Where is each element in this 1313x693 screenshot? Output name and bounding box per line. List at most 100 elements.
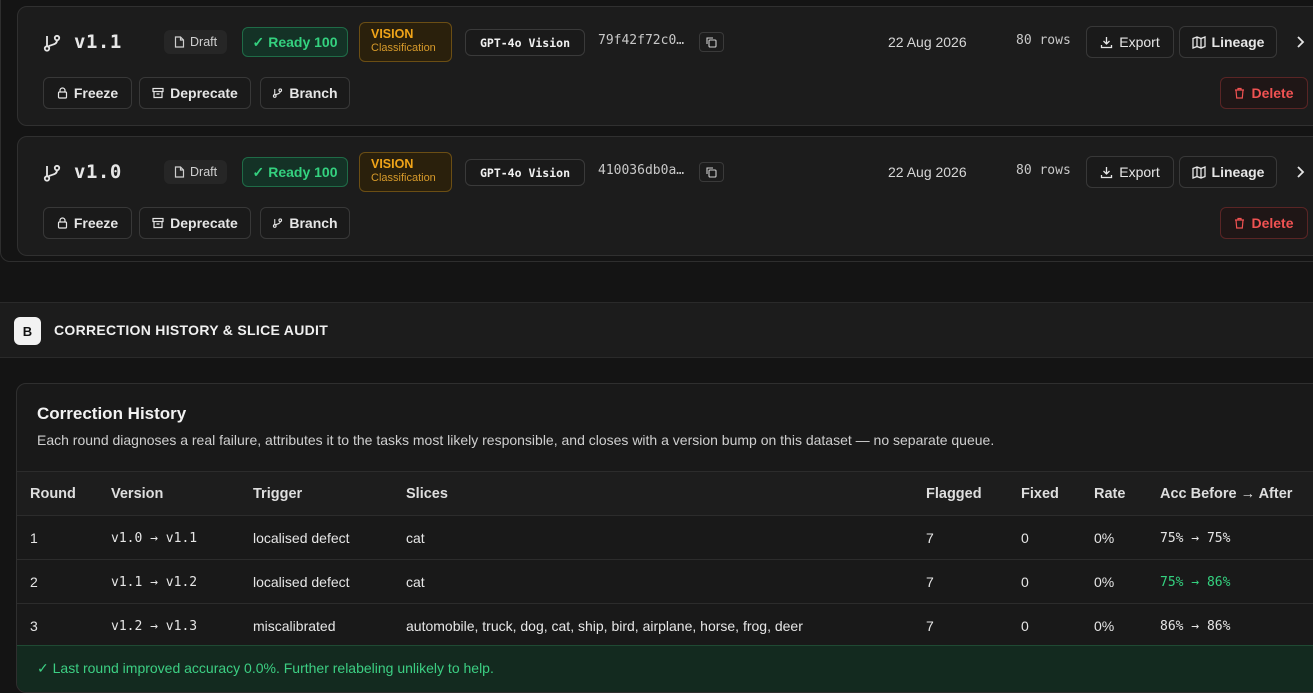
task-subtype: Classification xyxy=(371,42,436,54)
version-cell: v1.1 → v1.2 xyxy=(111,574,198,590)
delete-button[interactable]: Delete xyxy=(1220,207,1308,239)
trigger-cell: localised defect xyxy=(253,574,350,590)
freeze-label: Freeze xyxy=(73,215,119,231)
version-label: v1.0 xyxy=(74,161,122,183)
slices-cell: cat xyxy=(406,530,425,546)
flagged-cell: 7 xyxy=(926,574,934,590)
lineage-button[interactable]: Lineage xyxy=(1179,26,1277,58)
fixed-cell: 0 xyxy=(1021,530,1029,546)
version-date: 22 Aug 2026 xyxy=(888,34,967,50)
column-header: Version xyxy=(111,486,164,502)
version-cell: v1.2 → v1.3 xyxy=(111,618,198,634)
draft-label: Draft xyxy=(190,165,218,179)
branch-button[interactable]: Branch xyxy=(260,207,350,239)
deprecate-button[interactable]: Deprecate xyxy=(139,207,251,239)
accuracy-cell: 86% → 86% xyxy=(1160,618,1231,634)
git-branch-icon xyxy=(273,218,283,228)
table-header-row: Round Version Trigger Slices Flagged Fix… xyxy=(17,471,1313,515)
section-title: CORRECTION HISTORY & SLICE AUDIT xyxy=(54,322,329,338)
rate-cell: 0% xyxy=(1094,530,1115,546)
git-branch-icon xyxy=(42,163,62,183)
column-header: Trigger xyxy=(253,486,303,502)
download-icon xyxy=(1101,166,1113,178)
ready-badge: ✓ Ready 100 xyxy=(242,27,348,57)
status-note-text: ✓ Last round improved accuracy 0.0%. Fur… xyxy=(37,660,494,676)
correction-table: Round Version Trigger Slices Flagged Fix… xyxy=(17,471,1313,647)
check-icon: ✓ xyxy=(252,163,265,180)
section-badge: B xyxy=(14,317,41,345)
version-card: v1.1 Draft ✓ Ready 100 VISION Classificat… xyxy=(17,6,1313,126)
export-button[interactable]: Export xyxy=(1086,156,1174,188)
task-type: VISION xyxy=(371,157,414,171)
version-hash: 79f42f72c0… xyxy=(598,33,685,48)
column-header: Slices xyxy=(406,486,448,502)
column-header: Flagged xyxy=(926,486,982,502)
copy-icon xyxy=(706,166,717,178)
round-cell: 1 xyxy=(30,530,38,546)
file-draft-icon xyxy=(174,36,185,48)
deprecate-label: Deprecate xyxy=(170,85,238,101)
chevron-right-icon[interactable] xyxy=(1292,32,1308,52)
freeze-button[interactable]: Freeze xyxy=(43,77,132,109)
check-icon: ✓ xyxy=(252,33,265,50)
table-row: 2 v1.1 → v1.2 localised defect cat 7 0 0… xyxy=(17,559,1313,603)
trash-icon xyxy=(1235,217,1245,229)
section-header: B CORRECTION HISTORY & SLICE AUDIT xyxy=(0,302,1313,358)
map-icon xyxy=(1191,165,1206,179)
status-note: ✓ Last round improved accuracy 0.0%. Fur… xyxy=(17,645,1313,692)
delete-label: Delete xyxy=(1251,215,1294,231)
fixed-cell: 0 xyxy=(1021,618,1029,634)
ready-label: Ready 100 xyxy=(268,164,338,180)
chevron-right-icon[interactable] xyxy=(1292,162,1308,182)
delete-label: Delete xyxy=(1251,85,1294,101)
freeze-label: Freeze xyxy=(73,85,119,101)
column-header: Fixed xyxy=(1021,486,1059,502)
slices-cell: cat xyxy=(406,574,425,590)
freeze-button[interactable]: Freeze xyxy=(43,207,132,239)
column-header: Rate xyxy=(1094,486,1126,502)
accuracy-cell: 75% → 75% xyxy=(1160,530,1231,546)
flagged-cell: 7 xyxy=(926,530,934,546)
trash-icon xyxy=(1235,87,1245,99)
draft-badge: Draft xyxy=(164,160,228,184)
deprecate-label: Deprecate xyxy=(170,215,238,231)
export-label: Export xyxy=(1119,34,1160,50)
draft-label: Draft xyxy=(190,35,218,49)
accuracy-cell: 75% → 86% xyxy=(1160,574,1231,590)
column-header: Round xyxy=(30,486,76,502)
lineage-button[interactable]: Lineage xyxy=(1179,156,1277,188)
archive-icon xyxy=(152,217,164,229)
branch-label: Branch xyxy=(289,215,338,231)
round-cell: 2 xyxy=(30,574,38,590)
task-type: VISION xyxy=(371,27,414,41)
ready-badge: ✓ Ready 100 xyxy=(242,157,348,187)
flagged-cell: 7 xyxy=(926,618,934,634)
git-branch-icon xyxy=(42,33,62,53)
copy-hash-button[interactable] xyxy=(699,162,724,182)
delete-button[interactable]: Delete xyxy=(1220,77,1308,109)
trigger-cell: miscalibrated xyxy=(253,618,336,634)
branch-button[interactable]: Branch xyxy=(260,77,350,109)
fixed-cell: 0 xyxy=(1021,574,1029,590)
copy-hash-button[interactable] xyxy=(699,32,724,52)
table-row: 1 v1.0 → v1.1 localised defect cat 7 0 0… xyxy=(17,515,1313,559)
row-count: 80 rows xyxy=(1016,163,1071,178)
draft-badge: Draft xyxy=(164,30,228,54)
version-list: v1.1 Draft ✓ Ready 100 VISION Classificat… xyxy=(0,0,1313,262)
model-badge: GPT-4o Vision xyxy=(465,29,585,56)
model-badge: GPT-4o Vision xyxy=(465,159,585,186)
column-header: Acc Before → After xyxy=(1160,486,1293,502)
version-card: v1.0 Draft ✓ Ready 100 VISION Classificat… xyxy=(17,136,1313,256)
correction-history-card: Correction History Each round diagnoses … xyxy=(16,383,1313,693)
branch-label: Branch xyxy=(289,85,338,101)
lineage-label: Lineage xyxy=(1211,34,1265,50)
table-row: 3 v1.2 → v1.3 miscalibrated automobile, … xyxy=(17,603,1313,647)
lock-icon xyxy=(57,217,67,229)
copy-icon xyxy=(706,36,717,48)
export-button[interactable]: Export xyxy=(1086,26,1174,58)
version-label: v1.1 xyxy=(74,31,122,53)
version-date: 22 Aug 2026 xyxy=(888,164,967,180)
download-icon xyxy=(1101,36,1113,48)
deprecate-button[interactable]: Deprecate xyxy=(139,77,251,109)
export-label: Export xyxy=(1119,164,1160,180)
